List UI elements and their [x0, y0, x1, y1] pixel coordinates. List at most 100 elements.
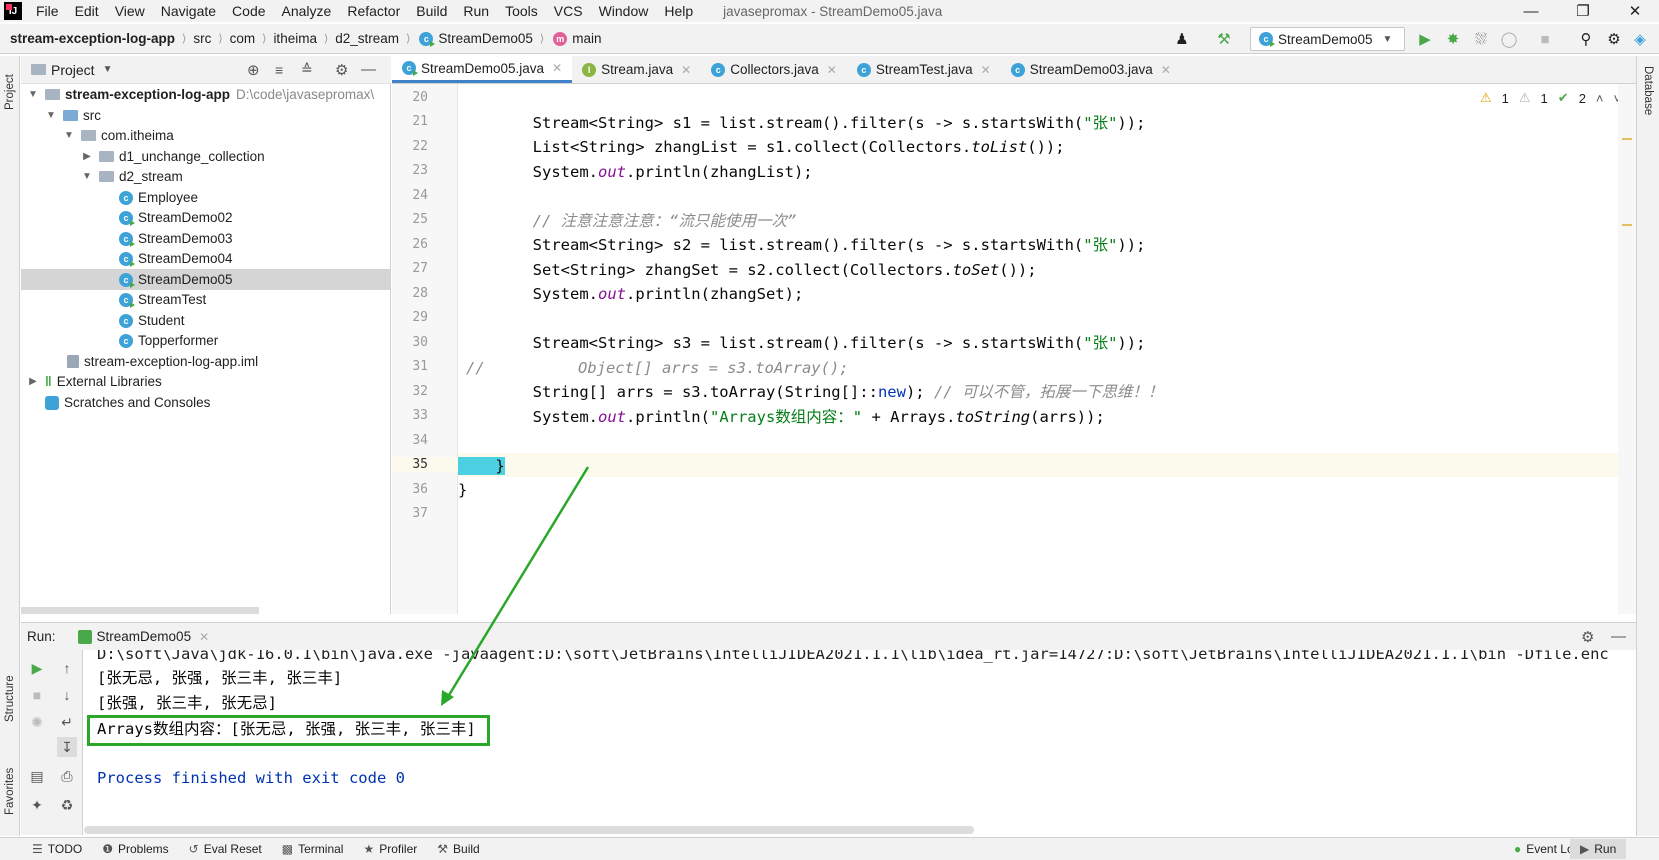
tree-item-package[interactable]: ▼ com.itheima: [21, 125, 390, 146]
pin-icon[interactable]: ✦: [27, 795, 47, 815]
database-tool-tab[interactable]: Database: [1640, 66, 1656, 142]
code-editor[interactable]: Stream<String> s1 = list.stream().filter…: [458, 84, 1618, 614]
tree-item-class-selected[interactable]: c StreamDemo05: [21, 269, 390, 290]
chevron-down-icon[interactable]: ▼: [103, 64, 113, 75]
menu-help[interactable]: Help: [664, 3, 693, 19]
rerun-icon[interactable]: ▶: [27, 658, 47, 678]
profile-icon[interactable]: ◯: [1499, 29, 1519, 49]
tab-stream[interactable]: I Stream.java ✕: [572, 56, 701, 83]
structure-tool-tab[interactable]: Structure: [1, 664, 19, 734]
gear-icon[interactable]: ⚙: [1581, 628, 1594, 646]
tab-collectors[interactable]: c Collectors.java ✕: [701, 56, 847, 83]
close-icon[interactable]: ✕: [981, 63, 991, 77]
tree-item-class[interactable]: c Topperformer: [21, 330, 390, 351]
tree-item-class[interactable]: c StreamDemo04: [21, 248, 390, 269]
project-panel-title[interactable]: Project: [51, 62, 95, 78]
tree-item-d1-unchange-collection[interactable]: ▶ d1_unchange_collection: [21, 146, 390, 167]
tree-item-d2-stream[interactable]: ▼ d2_stream: [21, 166, 390, 187]
problems-tool-button[interactable]: ❶ Problems: [102, 842, 168, 856]
debug-icon[interactable]: ✸: [1443, 29, 1463, 49]
run-tool-button[interactable]: ▶ Run: [1570, 839, 1627, 859]
hide-icon[interactable]: —: [361, 61, 376, 78]
breadcrumb-project[interactable]: stream-exception-log-app: [10, 31, 175, 46]
arrow-up-icon[interactable]: ↑: [57, 658, 77, 678]
breadcrumb-com[interactable]: com: [230, 31, 256, 46]
gear-icon[interactable]: ⚙: [1604, 29, 1624, 49]
breadcrumb-src[interactable]: src: [193, 31, 211, 46]
expand-all-icon[interactable]: ≡: [275, 62, 283, 78]
menu-edit[interactable]: Edit: [75, 3, 99, 19]
tree-item-scratches[interactable]: Scratches and Consoles: [21, 392, 390, 413]
search-icon[interactable]: ⚲: [1576, 29, 1596, 49]
console-horizontal-scrollbar[interactable]: [84, 826, 974, 834]
close-icon[interactable]: ✕: [827, 63, 837, 77]
eval-reset-tool-button[interactable]: ↺ Eval Reset: [189, 842, 262, 856]
warning-marker[interactable]: [1622, 138, 1632, 140]
coverage-icon[interactable]: ⛆: [1471, 29, 1491, 49]
menu-navigate[interactable]: Navigate: [161, 3, 216, 19]
restore-icon[interactable]: ❐: [1559, 0, 1607, 22]
scroll-to-end-icon[interactable]: ↧: [57, 737, 77, 757]
menu-vcs[interactable]: VCS: [554, 3, 583, 19]
close-icon[interactable]: ✕: [1611, 0, 1659, 22]
menu-build[interactable]: Build: [416, 3, 447, 19]
close-icon[interactable]: ✕: [1161, 63, 1171, 77]
menu-code[interactable]: Code: [232, 3, 265, 19]
tree-item-iml[interactable]: stream-exception-log-app.iml: [21, 351, 390, 372]
tree-item-class[interactable]: c StreamDemo03: [21, 228, 390, 249]
tree-item-src[interactable]: ▼ src: [21, 105, 390, 126]
menu-run[interactable]: Run: [463, 3, 489, 19]
breadcrumb-streamdemo05[interactable]: StreamDemo05: [438, 31, 533, 46]
run-configuration-select[interactable]: c StreamDemo05 ▼: [1250, 27, 1405, 51]
inspection-widget[interactable]: ⚠1 ⚠1 ✔2 ˄ ˅: [1480, 88, 1621, 108]
close-icon[interactable]: ✕: [552, 61, 562, 75]
tree-item-external-libraries[interactable]: ▶ ‖ External Libraries: [21, 371, 390, 392]
close-icon[interactable]: ✕: [199, 630, 209, 644]
collapse-all-icon[interactable]: ≙: [301, 61, 313, 78]
minimize-icon[interactable]: —: [1507, 0, 1555, 22]
menu-view[interactable]: View: [115, 3, 145, 19]
tree-item-class[interactable]: c Employee: [21, 187, 390, 208]
menu-file[interactable]: File: [36, 3, 59, 19]
restore-layout-icon[interactable]: ✺: [27, 712, 47, 732]
editor-scrollbar[interactable]: [1618, 84, 1636, 614]
menu-refactor[interactable]: Refactor: [347, 3, 400, 19]
tab-streamtest[interactable]: c StreamTest.java ✕: [847, 56, 1001, 83]
menu-window[interactable]: Window: [599, 3, 649, 19]
favorites-tool-tab[interactable]: Favorites: [1, 756, 19, 826]
arrow-down-icon[interactable]: ↓: [57, 685, 77, 705]
user-icon[interactable]: ♟: [1172, 29, 1192, 49]
console-output[interactable]: D:\soft\Java\jdk-16.0.1\bin\java.exe -ja…: [84, 650, 1618, 835]
tab-streamdemo03[interactable]: c StreamDemo03.java ✕: [1001, 56, 1181, 83]
layout-icon[interactable]: ▤: [27, 766, 47, 786]
gear-icon[interactable]: ⚙: [335, 61, 348, 79]
tree-item-class[interactable]: c Student: [21, 310, 390, 331]
menu-tools[interactable]: Tools: [505, 3, 538, 19]
warning-marker[interactable]: [1622, 224, 1632, 226]
hide-icon[interactable]: —: [1611, 628, 1626, 645]
chevron-up-icon[interactable]: ˄: [1596, 91, 1604, 106]
profiler-tool-button[interactable]: ★ Profiler: [363, 842, 417, 856]
breadcrumb-main[interactable]: main: [572, 31, 601, 46]
tree-item-class[interactable]: c StreamDemo02: [21, 207, 390, 228]
build-tool-button[interactable]: ⚒ Build: [437, 842, 479, 856]
todo-tool-button[interactable]: ☰ TODO: [32, 842, 82, 856]
run-tab-streamdemo05[interactable]: StreamDemo05: [97, 629, 192, 644]
tab-streamdemo05[interactable]: c StreamDemo05.java ✕: [392, 56, 573, 83]
run-icon[interactable]: ▶: [1415, 29, 1435, 49]
toolbox-icon[interactable]: ◈: [1630, 29, 1650, 49]
soft-wrap-icon[interactable]: ↵: [57, 712, 77, 732]
close-icon[interactable]: ✕: [681, 63, 691, 77]
stop-icon[interactable]: ■: [27, 685, 47, 705]
project-tool-tab[interactable]: Project: [1, 62, 19, 122]
terminal-tool-button[interactable]: ▩ Terminal: [282, 842, 344, 856]
breadcrumb-itheima[interactable]: itheima: [273, 31, 317, 46]
menu-analyze[interactable]: Analyze: [282, 3, 332, 19]
locate-icon[interactable]: ⊕: [247, 61, 260, 79]
stop-icon[interactable]: ■: [1535, 29, 1555, 49]
hammer-build-icon[interactable]: ⚒: [1214, 29, 1234, 49]
trash-icon[interactable]: ♻: [57, 795, 77, 815]
horizontal-scrollbar[interactable]: [21, 607, 259, 614]
print-icon[interactable]: ⎙: [57, 766, 77, 786]
tree-item-root[interactable]: ▼ stream-exception-log-app D:\code\javas…: [21, 84, 390, 105]
